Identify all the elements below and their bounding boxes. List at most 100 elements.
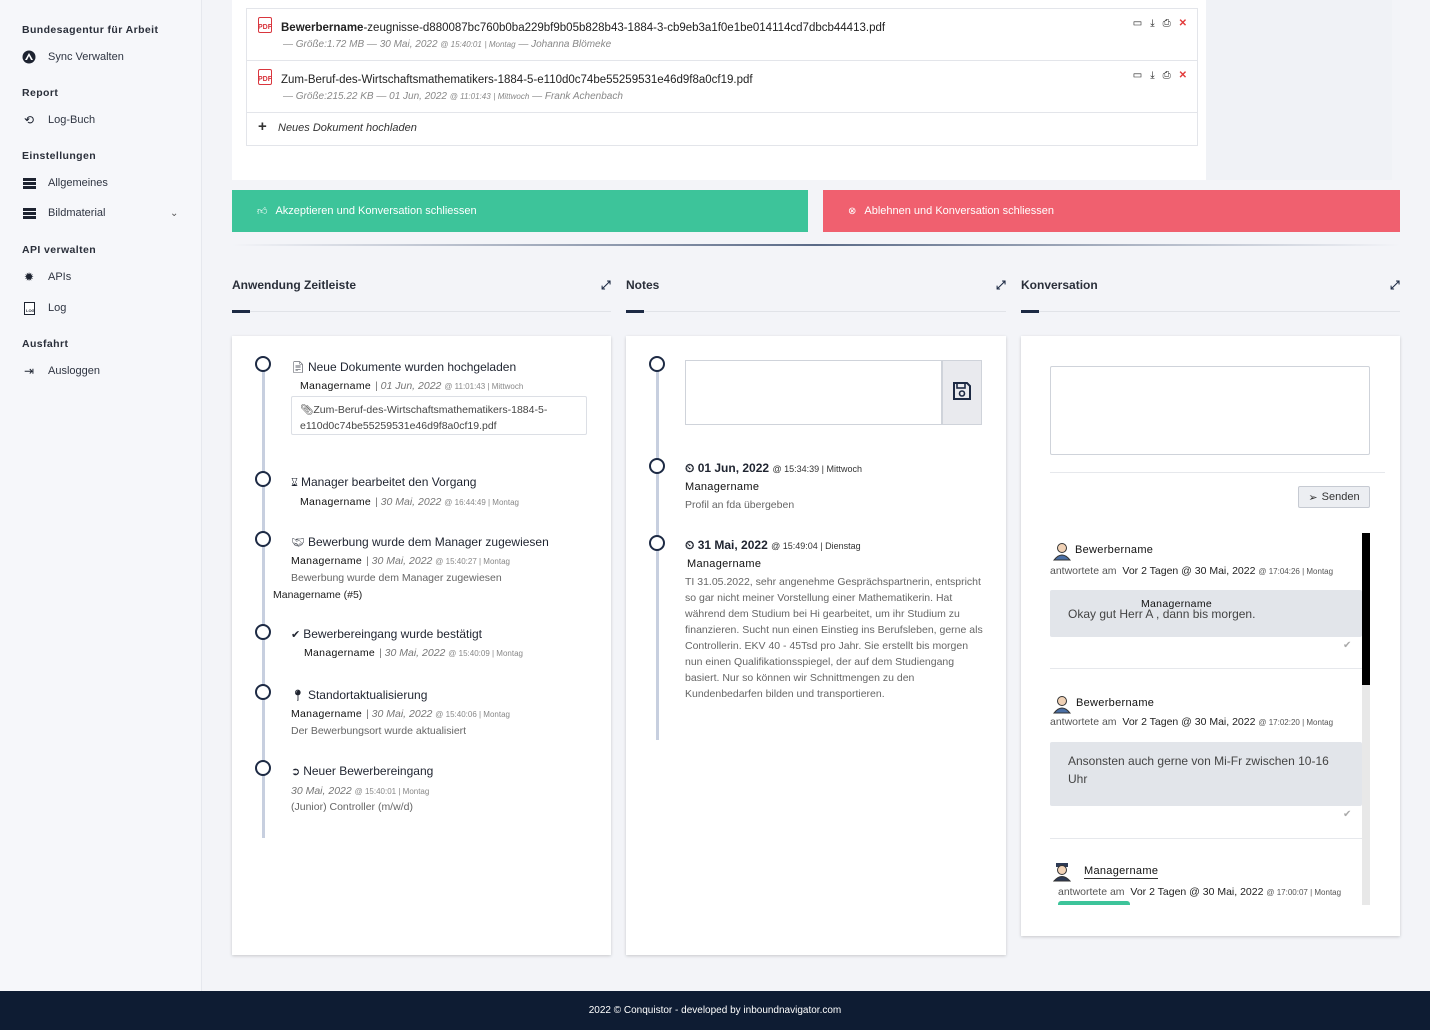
timeline-event-meta: Managername | 30 Mai, 2022 @ 15:40:09 | M… [304,647,523,659]
check-icon: ✔ [1343,640,1352,651]
sidebar-section-exit: Ausfahrt [22,338,69,350]
document-actions: ▭ ⤓ ⎙ ✕ [1133,18,1187,29]
message-input[interactable] [1050,366,1370,455]
footer-text: 2022 © Conquistor - developed by inbound… [588,1005,842,1016]
documents-side-panel [1206,0,1392,180]
timeline-event-meta: Managername | 01 Jun, 2022 @ 11:01:43 | M… [300,380,524,392]
message-divider [1050,838,1362,839]
scrollbar-thumb[interactable] [1362,533,1370,685]
send-label: Senden [1321,491,1360,503]
timeline-event-title: 📍︎ Standortaktualisierung [291,688,428,702]
svg-text:LOG: LOG [26,308,35,313]
status-badge [1058,901,1130,905]
check-icon: ✔ [1343,809,1352,820]
accept-label: Akzeptieren und Konversation schliessen [275,205,477,217]
message-meta: antwortete am Vor 2 Tagen @ 30 Mai, 2022… [1058,886,1342,898]
hourglass-icon: ⌛︎ [291,477,298,489]
timeline-dot [255,624,271,640]
timeline-dot [649,356,665,372]
document-filename[interactable]: Bewerbername-zeugnisse-d880087bc760b0ba2… [281,22,885,34]
message-meta: antwortete am Vor 2 Tagen @ 30 Mai, 2022… [1050,565,1334,577]
document-row[interactable]: PDF Zum-Beruf-des-Wirtschaftsmathematike… [247,61,1197,113]
delete-icon[interactable]: ✕ [1179,70,1187,81]
clock-icon: ⏲︎ [685,538,698,552]
download-icon[interactable]: ⤓ [1150,18,1154,29]
sidebar-section-api: API verwalten [22,244,97,256]
print-icon[interactable]: ⎙ [1163,18,1171,29]
timeline-event-text: Der Bewerbungsort wurde aktualisiert [291,725,467,737]
sidebar-item-label: Log-Buch [48,114,96,126]
document-actions: ▭ ⤓ ⎙ ✕ [1133,70,1187,81]
document-list: PDF Bewerbername-zeugnisse-d880087bc760b… [246,8,1198,146]
timeline-event-meta: Managername | 30 Mai, 2022 @ 15:40:06 | M… [291,708,510,720]
header-accent [626,310,644,313]
sidebar-item-label: Ausloggen [48,365,100,377]
timeline-event-meta: 30 Mai, 2022 @ 15:40:01 | Montag [291,785,430,797]
floppy-disk-icon [952,381,972,404]
save-note-button[interactable] [942,360,982,425]
expand-icon[interactable]: ⤢ [601,278,611,293]
header-accent [1021,310,1039,313]
sidebar-item-sync[interactable]: Sync Verwalten [22,50,124,64]
sidebar: Bundesagentur für Arbeit Sync Verwalten … [0,0,202,991]
list-icon [22,176,36,190]
message-mention: Managername [1141,598,1213,610]
check-icon: ✔ [291,629,301,641]
note-author: Managername [687,558,762,570]
timeline-event-manager: Managername (#5) [273,589,363,601]
accept-close-button[interactable]: 👍︎ Akzeptieren und Konversation schliess… [232,190,808,232]
sidebar-item-general[interactable]: Allgemeines [22,176,108,190]
upload-label: Neues Dokument hochladen [278,122,417,134]
header-underline [1021,311,1400,312]
header-underline [232,311,611,312]
timeline-event-title: ➲ Neuer Bewerbereingang [291,764,434,778]
sidebar-item-label: Allgemeines [48,177,108,189]
sidebar-item-logbook[interactable]: ⟲ Log-Buch [22,113,95,127]
sidebar-item-images[interactable]: Bildmaterial [22,206,105,220]
handshake-icon: 🤝︎ [291,537,305,549]
history-icon: ⟲ [23,113,35,127]
header-accent [232,310,250,313]
conversation-header: Konversation [1021,278,1098,292]
timeline-event-title: 📄︎ Neue Dokumente wurden hochgeladen [291,360,517,374]
note-input[interactable] [685,360,942,425]
plus-icon: + [258,118,267,135]
arrow-circle-right-icon: ➲ [291,766,301,778]
timeline-attachment[interactable]: 📎︎Zum-Beruf-des-Wirtschaftsmathematikers… [291,396,587,435]
chevron-down-icon[interactable]: ⌄ [170,208,178,219]
send-button[interactable]: ➢ Senden [1298,486,1370,508]
header-underline [626,311,1006,312]
timeline-event-text: (Junior) Controller (m/w/d) [291,801,413,813]
paper-plane-icon: ➢ [1308,491,1318,504]
user-avatar-icon [1052,543,1072,561]
sidebar-item-logout[interactable]: ⇥ Ausloggen [22,364,100,378]
preview-icon[interactable]: ▭ [1133,70,1142,81]
map-marker-icon: 📍︎ [291,690,305,702]
timeline-dot [255,531,271,547]
list-icon [22,206,36,220]
download-icon[interactable]: ⤓ [1150,70,1154,81]
clock-icon: ⏲︎ [685,461,698,475]
note-author: Managername [685,481,760,493]
reject-close-button[interactable]: ⊗ Ablehnen und Konversation schliessen [823,190,1400,232]
timeline-dot [649,458,665,474]
preview-icon[interactable]: ▭ [1133,18,1142,29]
sidebar-item-apis[interactable]: ✹ APIs [22,270,71,284]
sidebar-item-log[interactable]: LOG Log [22,301,66,315]
divider [1050,472,1385,473]
notes-timeline-line [656,368,659,740]
expand-icon[interactable]: ⤢ [996,278,1006,293]
document-row[interactable]: PDF Bewerbername-zeugnisse-d880087bc760b… [247,9,1197,61]
delete-icon[interactable]: ✕ [1179,18,1187,29]
timeline-header: Anwendung Zeitleiste [232,278,357,292]
expand-icon[interactable]: ⤢ [1390,278,1400,293]
note-date: ⏲︎ 01 Jun, 2022 @ 15:34:39 | Mittwoch [685,461,862,475]
pdf-file-icon: PDF [258,69,272,85]
sidebar-section-settings: Einstellungen [22,150,97,162]
document-filename[interactable]: Zum-Beruf-des-Wirtschaftsmathematikers-1… [281,74,753,86]
print-icon[interactable]: ⎙ [1163,70,1171,81]
timeline-event-title: 🤝︎ Bewerbung wurde dem Manager zugewiesen [291,535,549,549]
upload-document-button[interactable]: + Neues Dokument hochladen [247,113,1197,145]
section-divider [232,244,1400,246]
document-meta: — Größe:1.72 MB — 30 Mai, 2022 @ 15:40:0… [283,39,612,50]
